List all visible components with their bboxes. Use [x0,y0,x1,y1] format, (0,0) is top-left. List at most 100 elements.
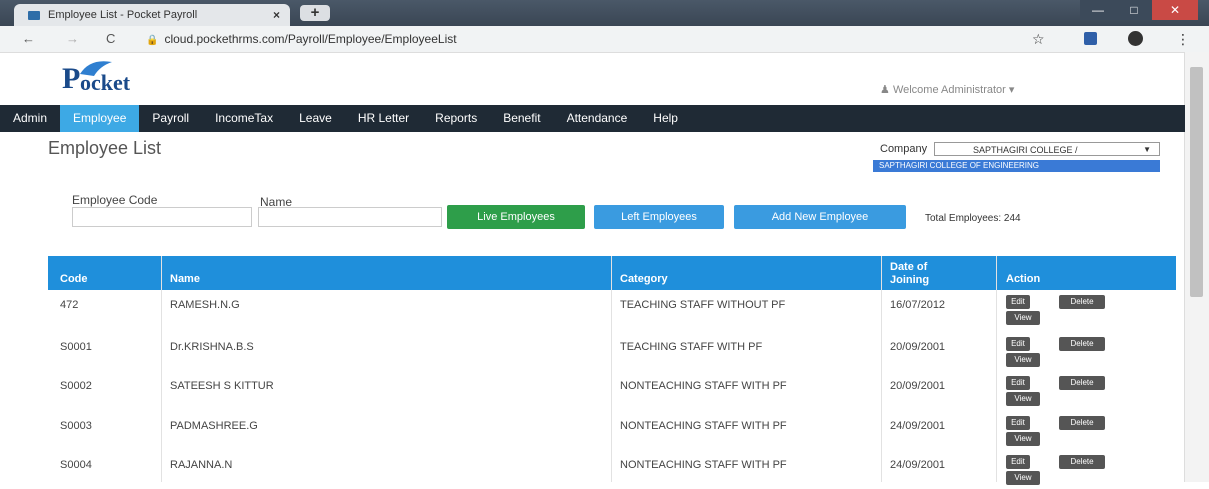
welcome-menu[interactable]: ♟ Welcome Administrator ▾ [880,83,1014,96]
welcome-text: Welcome Administrator [892,84,1006,96]
address-bar: ← → C 🔒 cloud.pockethrms.com/Payroll/Empl… [0,26,1209,53]
reload-icon[interactable]: C [106,31,115,46]
add-new-employee-button[interactable]: Add New Employee [734,205,906,229]
company-select[interactable]: SAPTHAGIRI COLLEGE / ▼ [934,142,1160,156]
row-name: PADMASHREE.G [170,420,258,432]
row-name: SATEESH S KITTUR [170,380,274,392]
table-row: S0003 PADMASHREE.G NONTEACHING STAFF WITH … [48,414,1176,450]
company-label: Company [880,143,928,155]
edit-button[interactable]: Edit [1006,455,1030,469]
url-field[interactable]: 🔒 cloud.pockethrms.com/Payroll/Employee/E… [146,32,457,46]
view-button[interactable]: View [1006,311,1040,325]
row-doj: 24/09/2001 [890,420,946,432]
favicon-icon [28,10,40,20]
back-icon[interactable]: ← [22,31,35,46]
view-button[interactable]: View [1006,353,1040,367]
menu-item-admin[interactable]: Admin [0,105,60,132]
close-window-button[interactable]: ✕ [1152,0,1198,20]
employee-code-input[interactable] [72,207,252,227]
browser-menu-icon[interactable]: ⋮ [1176,31,1190,48]
name-input[interactable] [258,207,442,227]
extension-icon[interactable] [1084,32,1097,45]
header-doj-line2[interactable]: Joining [890,274,929,286]
row-category: NONTEACHING STAFF WITH PF [620,459,787,471]
bookmark-star-icon[interactable]: ☆ [1032,31,1045,48]
menu-item-hr-letter[interactable]: HR Letter [345,105,422,132]
page-scrollbar[interactable] [1184,52,1209,482]
table-row: S0001 Dr.KRISHNA.B.S TEACHING STAFF WITH P… [48,335,1176,371]
new-tab-button[interactable]: + [300,5,330,21]
row-category: TEACHING STAFF WITHOUT PF [620,299,786,311]
table-row: S0004 RAJANNA.N NONTEACHING STAFF WITH PF 2… [48,453,1176,489]
table-row: 472 RAMESH.N.G TEACHING STAFF WITHOUT PF 16… [48,293,1176,329]
row-name: RAMESH.N.G [170,299,240,311]
company-option[interactable]: SAPTHAGIRI COLLEGE OF ENGINEERING [873,160,1160,172]
header-code[interactable]: Code [60,273,88,285]
row-doj: 24/09/2001 [890,459,946,471]
row-code: S0001 [60,341,92,353]
lock-icon: 🔒 [146,35,159,46]
pocket-logo[interactable]: P ocket [62,56,142,98]
row-code: 472 [60,299,79,311]
view-button[interactable]: View [1006,471,1040,485]
header-name[interactable]: Name [170,273,200,285]
edit-button[interactable]: Edit [1006,337,1030,351]
delete-button[interactable]: Delete [1059,337,1105,351]
header-doj-line1[interactable]: Date of [890,261,927,273]
dropdown-arrow-icon: ▼ [1143,145,1151,154]
menu-item-benefit[interactable]: Benefit [490,105,553,132]
employee-code-label: Employee Code [72,193,158,207]
scrollbar-thumb[interactable] [1190,67,1203,297]
row-doj: 20/09/2001 [890,341,946,353]
logo-text: ocket [80,70,131,95]
menu-item-attendance[interactable]: Attendance [554,105,641,132]
live-employees-button[interactable]: Live Employees [447,205,585,229]
user-icon: ♟ [880,84,890,96]
left-employees-button[interactable]: Left Employees [594,205,724,229]
row-name: RAJANNA.N [170,459,233,471]
profile-icon[interactable] [1128,31,1143,46]
forward-icon[interactable]: → [66,31,79,46]
tab-title: Employee List - Pocket Payroll [48,9,198,21]
delete-button[interactable]: Delete [1059,295,1105,309]
minimize-button[interactable]: — [1080,0,1116,20]
url-text: cloud.pockethrms.com/Payroll/Employee/Em… [164,32,457,46]
header-action: Action [1006,273,1041,285]
edit-button[interactable]: Edit [1006,416,1030,430]
row-category: NONTEACHING STAFF WITH PF [620,380,787,392]
delete-button[interactable]: Delete [1059,376,1105,390]
maximize-button[interactable]: □ [1116,0,1152,20]
row-code: S0004 [60,459,92,471]
row-doj: 20/09/2001 [890,380,946,392]
table-header: Code Name Category Date of Joining Actio… [48,256,1176,290]
row-category: NONTEACHING STAFF WITH PF [620,420,787,432]
row-name: Dr.KRISHNA.B.S [170,341,254,353]
header-category[interactable]: Category [620,273,668,285]
edit-button[interactable]: Edit [1006,295,1030,309]
menu-item-help[interactable]: Help [640,105,691,132]
page-title: Employee List [48,138,162,158]
delete-button[interactable]: Delete [1059,416,1105,430]
table-row: S0002 SATEESH S KITTUR NONTEACHING STAFF W… [48,374,1176,410]
menu-item-reports[interactable]: Reports [422,105,490,132]
row-code: S0002 [60,380,92,392]
tab-close-icon[interactable]: × [273,8,280,22]
logo-mark: P [62,62,81,95]
menu-item-payroll[interactable]: Payroll [139,105,202,132]
row-doj: 16/07/2012 [890,299,946,311]
main-menu: Admin Employee Payroll IncomeTax Leave H… [0,105,1185,132]
edit-button[interactable]: Edit [1006,376,1030,390]
row-category: TEACHING STAFF WITH PF [620,341,763,353]
browser-tab[interactable]: Employee List - Pocket Payroll × [14,4,290,26]
menu-item-employee[interactable]: Employee [60,105,140,132]
chevron-down-icon: ▾ [1008,84,1015,96]
delete-button[interactable]: Delete [1059,455,1105,469]
view-button[interactable]: View [1006,392,1040,406]
menu-item-incometax[interactable]: IncomeTax [202,105,286,132]
row-code: S0003 [60,420,92,432]
browser-tab-bar: Employee List - Pocket Payroll × + — □ ✕ [0,0,1209,26]
total-employees: Total Employees: 244 [925,213,1021,224]
company-selected-value: SAPTHAGIRI COLLEGE / [973,145,1078,155]
menu-item-leave[interactable]: Leave [286,105,345,132]
view-button[interactable]: View [1006,432,1040,446]
